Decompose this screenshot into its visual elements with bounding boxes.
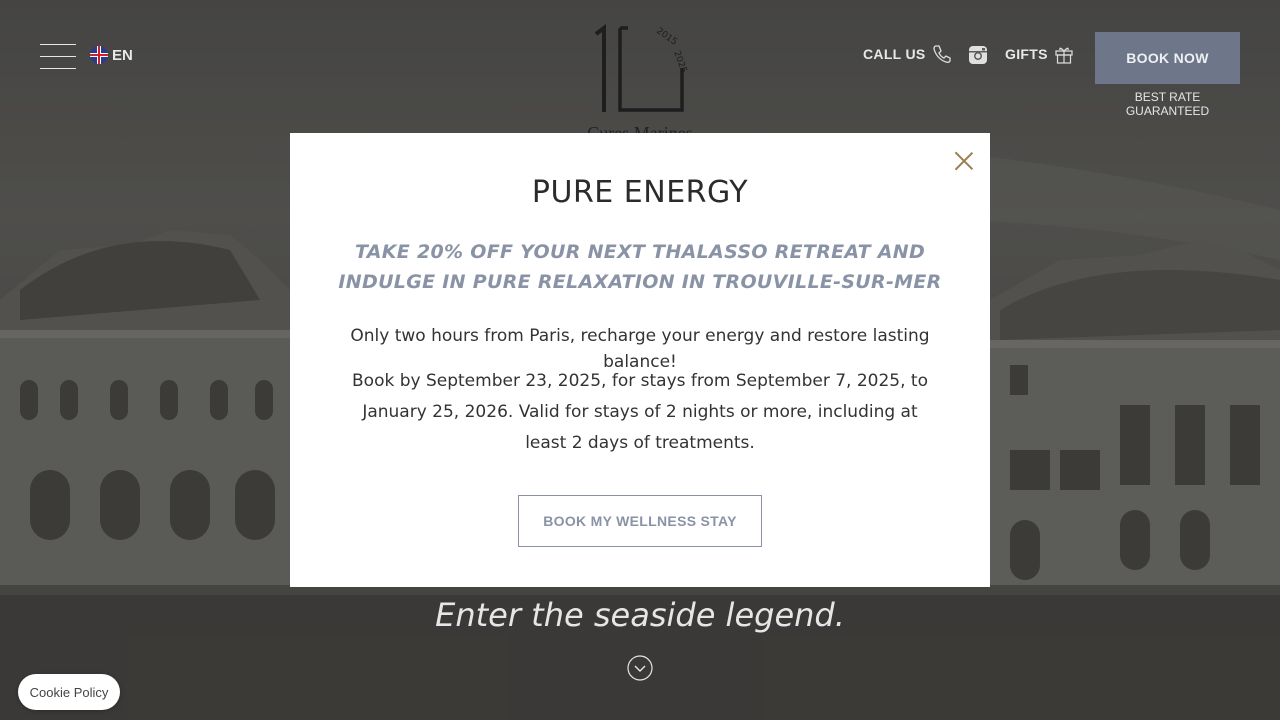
gift-icon <box>1055 47 1073 64</box>
call-us-label: CALL US <box>863 46 926 62</box>
svg-text:2015: 2015 <box>654 26 678 47</box>
anniversary-logo: 2015 2025 <box>594 24 688 112</box>
uk-flag-icon <box>90 46 108 64</box>
language-selector[interactable]: EN <box>90 46 133 64</box>
language-code: EN <box>112 46 133 64</box>
book-now-button[interactable]: BOOK NOW <box>1095 32 1240 84</box>
book-wellness-stay-button[interactable]: BOOK MY WELLNESS STAY <box>518 495 762 547</box>
gifts-link[interactable]: GIFTS <box>1005 44 1074 64</box>
hero-tagline: Enter the seaside legend. <box>435 596 845 634</box>
call-us-link[interactable]: CALL US <box>863 44 952 64</box>
phone-icon <box>932 45 951 63</box>
hamburger-menu-icon[interactable] <box>40 44 76 70</box>
chevron-down-circle-icon[interactable] <box>627 655 653 681</box>
best-rate-guaranteed: BEST RATE GUARANTEED <box>1125 90 1210 118</box>
gifts-label: GIFTS <box>1005 46 1048 62</box>
cookie-policy-button[interactable]: Cookie Policy <box>18 674 120 710</box>
modal-offer-details: Book by September 23, 2025, for stays fr… <box>352 371 928 453</box>
close-icon[interactable] <box>950 147 978 175</box>
svg-text:2025: 2025 <box>671 50 688 75</box>
promo-modal: PURE ENERGY TAKE 20% OFF YOUR NEXT THALA… <box>290 133 990 587</box>
modal-title: PURE ENERGY <box>531 175 749 210</box>
modal-subtitle: TAKE 20% OFF YOUR NEXT THALASSO RETREAT … <box>338 241 942 293</box>
instagram-icon[interactable] <box>968 45 988 65</box>
